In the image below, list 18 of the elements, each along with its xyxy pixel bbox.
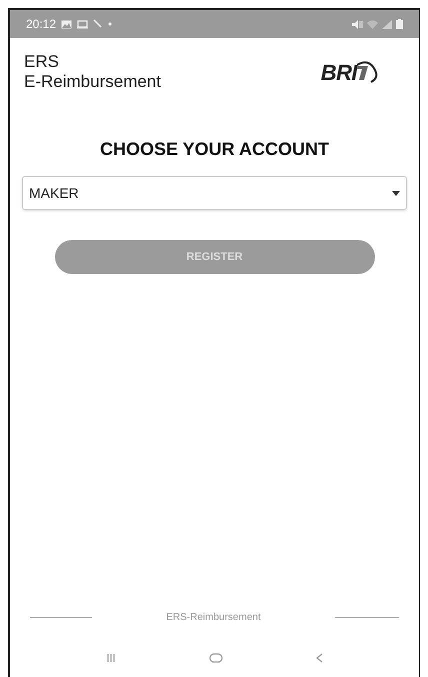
- brand-logo: BRI: [320, 56, 379, 88]
- footer-text: ERS-Reimbursement: [166, 611, 261, 625]
- section-heading: CHOOSE YOUR ACCOUNT: [98, 138, 330, 161]
- screen-icon: [77, 20, 88, 28]
- status-time: 20:12: [26, 16, 56, 33]
- home-icon[interactable]: [208, 653, 223, 663]
- account-dropdown[interactable]: MAKER: [22, 176, 407, 210]
- signal-icon: [382, 20, 392, 28]
- app-title: E-Reimbursement: [24, 72, 161, 92]
- wifi-icon: [367, 20, 378, 28]
- caret-icon: [392, 190, 400, 196]
- mute-icon: [352, 20, 363, 28]
- image-icon: [61, 20, 72, 28]
- app-title: ERS: [24, 52, 60, 72]
- back-icon[interactable]: [316, 653, 323, 663]
- dot-icon: [108, 22, 112, 26]
- battery-icon: [396, 19, 403, 29]
- recent-apps-icon[interactable]: [106, 653, 116, 663]
